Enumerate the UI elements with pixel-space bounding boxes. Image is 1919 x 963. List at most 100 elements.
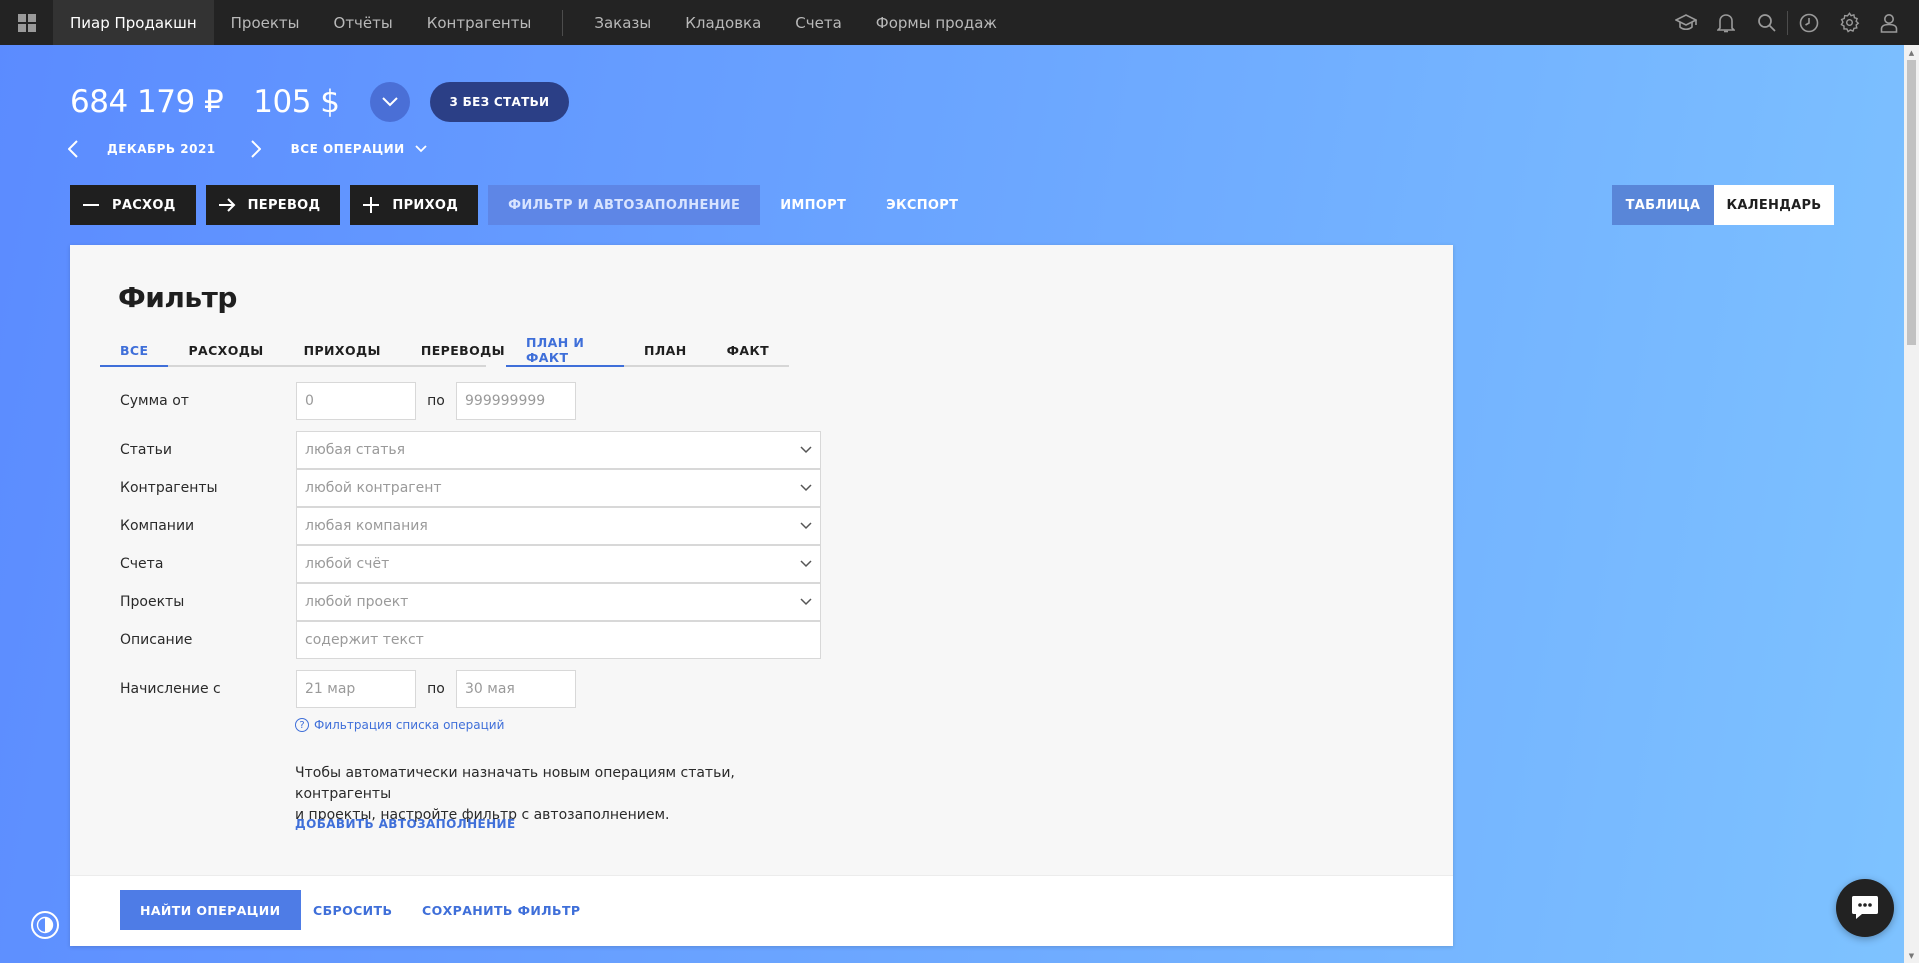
theme-toggle-button[interactable] [31,911,59,939]
apps-grid-button[interactable] [0,0,53,45]
description-row: Описание содержит текст [120,621,821,659]
add-income-label: ПРИХОД [392,197,459,213]
projects-label: Проекты [120,594,185,610]
scroll-up-arrow-icon[interactable]: ▲ [1904,45,1919,60]
sum-from-input[interactable]: 0 [296,382,416,420]
expand-balances-button[interactable] [369,82,410,122]
contractors-row: Контрагенты любой контрагент [120,469,821,507]
add-transfer-button[interactable]: ПЕРЕВОД [205,185,341,225]
current-period[interactable]: ДЕКАБРЬ 2021 [107,142,216,156]
nav-contractors[interactable]: Контрагенты [410,0,549,45]
tab-fact[interactable]: ФАКТ [707,335,789,365]
export-button[interactable]: ЭКСПОРТ [866,185,978,225]
accrual-label: Начисление с [120,681,221,697]
uncategorized-badge-button[interactable]: 3 БЕЗ СТАТЬИ [429,82,570,122]
help-link[interactable]: ? Фильтрация списка операций [295,718,504,732]
top-right-icons [1666,0,1909,45]
contractors-select-value: любой контрагент [305,480,442,496]
accounts-row: Счета любой счёт [120,545,821,583]
nav-company[interactable]: Пиар Продакшн [53,0,214,45]
accounts-select[interactable]: любой счёт [296,545,821,583]
tab-all[interactable]: ВСЕ [100,335,169,367]
plus-icon [362,196,380,214]
chevron-down-icon [381,97,398,107]
companies-label: Компании [120,518,195,534]
graduation-cap-icon [1675,13,1697,30]
user-icon [1880,13,1898,33]
tab-incomes[interactable]: ПРИХОДЫ [284,335,401,365]
projects-select-value: любой проект [305,594,409,610]
support-chat-button[interactable] [1836,879,1894,937]
period-selector: ДЕКАБРЬ 2021 ВСЕ ОПЕРАЦИИ [62,138,427,160]
find-operations-button[interactable]: НАЙТИ ОПЕРАЦИИ [120,890,301,930]
articles-row: Статьи любая статья [120,431,821,469]
tab-expenses[interactable]: РАСХОДЫ [168,335,283,365]
filter-autofill-button[interactable]: ФИЛЬТР И АВТОЗАПОЛНЕНИЕ [488,185,761,225]
chevron-down-icon [800,522,812,530]
companies-select-value: любая компания [305,518,428,534]
add-expense-button[interactable]: РАСХОД [70,185,196,225]
balance-usd: 105 $ [253,84,340,120]
import-button[interactable]: ИМПОРТ [760,185,866,225]
settings-button[interactable] [1829,0,1869,45]
filter-title: Фильтр [118,281,237,314]
sum-row: Сумма от 0 по 999999999 [120,382,576,420]
previous-month-button[interactable] [62,138,84,160]
articles-select[interactable]: любая статья [296,431,821,469]
history-button[interactable] [1789,0,1829,45]
accrual-row: Начисление с 21 мар по 30 мая [120,670,576,708]
contractors-select[interactable]: любой контрагент [296,469,821,507]
table-view-button[interactable]: ТАБЛИЦА [1612,185,1714,225]
page-scrollbar[interactable]: ▲ ▼ [1904,45,1919,963]
chevron-right-icon [250,140,261,158]
projects-select[interactable]: любой проект [296,583,821,621]
sum-to-input[interactable]: 999999999 [456,382,576,420]
accounts-label: Счета [120,556,164,572]
reset-button[interactable]: СБРОСИТЬ [313,890,392,930]
learning-button[interactable] [1666,0,1706,45]
scroll-thumb[interactable] [1907,60,1916,345]
balance-summary: 684 179 ₽ 105 $ 3 БЕЗ СТАТЬИ [70,82,570,122]
nav-divider [562,9,564,36]
bell-icon [1717,13,1735,32]
operation-type-tabs: ВСЕ РАСХОДЫ ПРИХОДЫ ПЕРЕВОДЫ [100,335,505,367]
next-month-button[interactable] [245,138,267,160]
nav-sales-forms[interactable]: Формы продаж [859,0,1014,45]
save-filter-button[interactable]: СОХРАНИТЬ ФИЛЬТР [422,890,580,930]
tab-plan-and-fact[interactable]: ПЛАН И ФАКТ [506,335,624,367]
calendar-view-button[interactable]: КАЛЕНДАРЬ [1714,185,1834,225]
accrual-from-input[interactable]: 21 мар [296,670,416,708]
add-autofill-link[interactable]: ДОБАВИТЬ АВТОЗАПОЛНЕНИЕ [295,817,516,831]
companies-select[interactable]: любая компания [296,507,821,545]
tab-plan[interactable]: ПЛАН [624,335,707,365]
nav-invoices[interactable]: Счета [778,0,859,45]
articles-label: Статьи [120,442,173,458]
operations-filter-dropdown[interactable]: ВСЕ ОПЕРАЦИИ [291,142,427,156]
nav-orders[interactable]: Заказы [577,0,668,45]
nav-reports[interactable]: Отчёты [317,0,410,45]
accounts-select-value: любой счёт [305,556,390,572]
add-income-button[interactable]: ПРИХОД [350,185,479,225]
operations-filter-label: ВСЕ ОПЕРАЦИИ [290,142,405,156]
add-expense-label: РАСХОД [112,197,176,213]
notifications-button[interactable] [1706,0,1746,45]
description-input[interactable]: содержит текст [296,621,821,659]
minus-icon [82,196,100,214]
search-icon [1757,14,1776,32]
action-toolbar: РАСХОД ПЕРЕВОД ПРИХОД ФИЛЬТР И АВТОЗАПОЛ… [70,185,978,225]
chevron-left-icon [68,140,78,158]
chevron-down-icon [800,484,812,492]
nav-projects[interactable]: Проекты [214,0,317,45]
scroll-down-arrow-icon[interactable]: ▼ [1904,948,1919,963]
projects-row: Проекты любой проект [120,583,821,621]
search-button[interactable] [1746,0,1786,45]
contractors-label: Контрагенты [120,480,218,496]
articles-select-value: любая статья [305,442,406,458]
contrast-icon [36,916,54,934]
accrual-to-input[interactable]: 30 мая [456,670,576,708]
nav-storage[interactable]: Кладовка [668,0,778,45]
help-link-label: Фильтрация списка операций [314,718,505,732]
filter-panel: Фильтр ВСЕ РАСХОДЫ ПРИХОДЫ ПЕРЕВОДЫ ПЛАН… [70,245,1453,946]
profile-button[interactable] [1869,0,1909,45]
sum-label: Сумма от [120,393,189,409]
